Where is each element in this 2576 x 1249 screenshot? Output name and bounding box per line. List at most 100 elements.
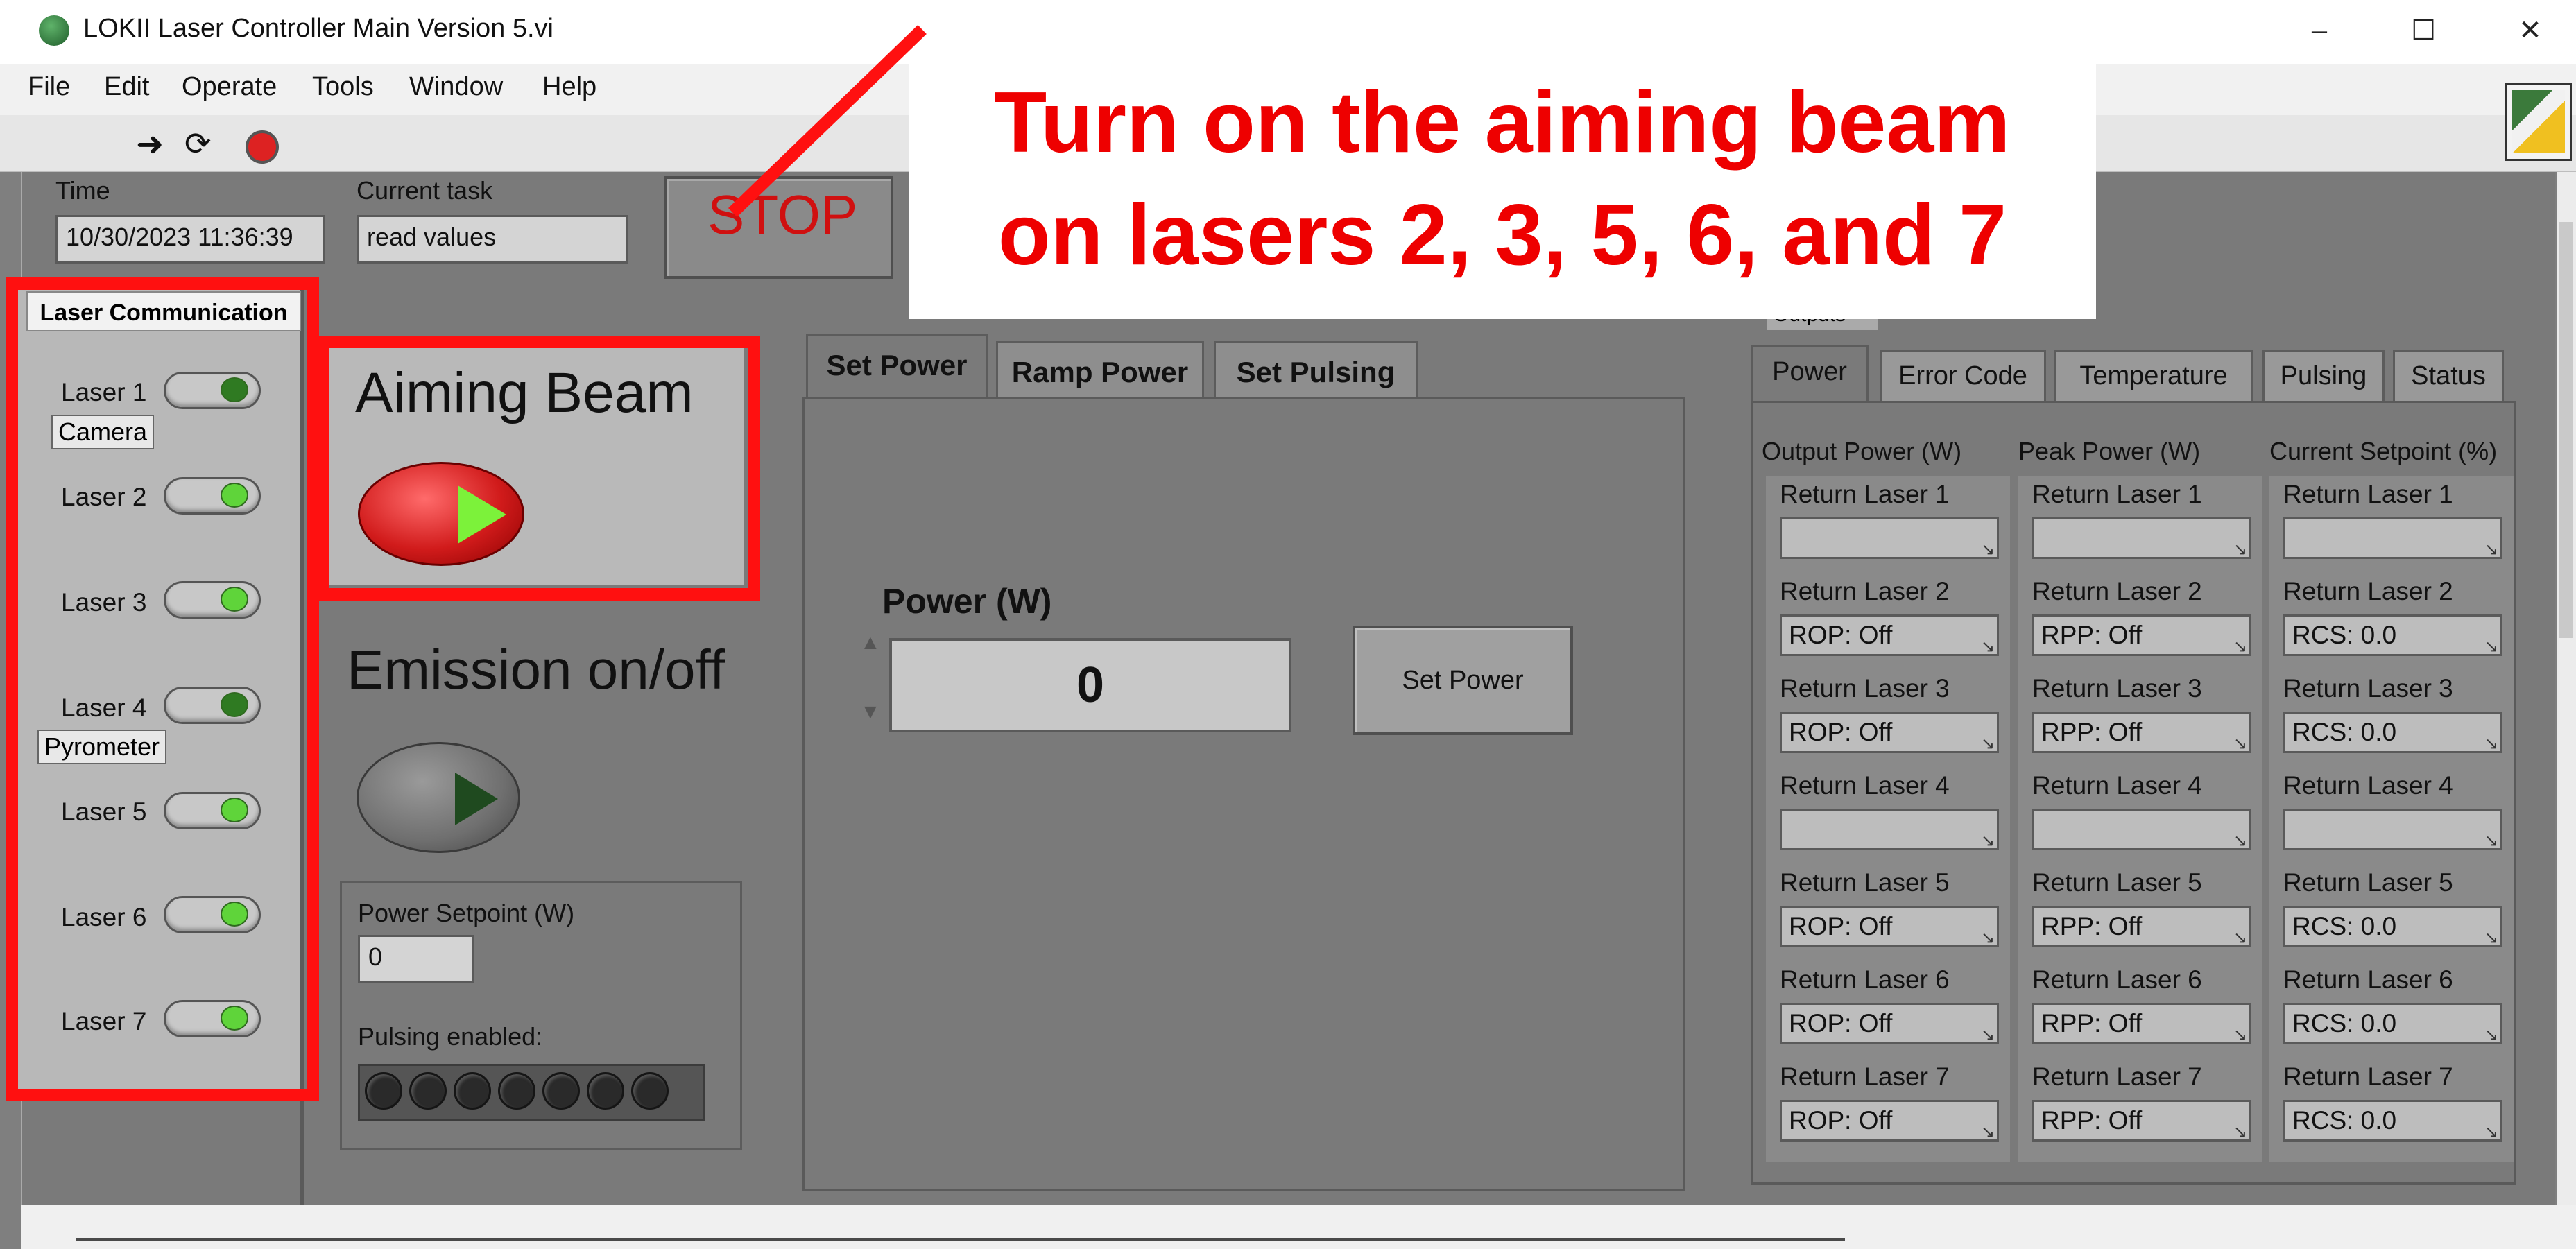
current-setpoint-return-laser-5-label: Return Laser 5	[2283, 868, 2453, 897]
tab-ramp-power[interactable]: Ramp Power	[996, 341, 1204, 404]
output-power-return-laser-2-label: Return Laser 2	[1780, 577, 1950, 605]
current-setpoint-return-laser-7-field: RCS: 0.0	[2283, 1100, 2502, 1142]
output-power-return-laser-4-field	[1780, 809, 1999, 850]
dropdown-arrow-icon: ↘	[2233, 734, 2248, 753]
dropdown-arrow-icon: ↘	[1981, 832, 1995, 850]
power-decrement-icon[interactable]: ▼	[860, 700, 881, 724]
set-power-button[interactable]: Set Power	[1353, 626, 1573, 735]
emission-play-icon	[455, 773, 498, 825]
output-power-return-laser-1-field	[1780, 517, 1999, 559]
peak-power-return-laser-5-label: Return Laser 5	[2032, 868, 2202, 897]
output-tab-power[interactable]: Power	[1751, 345, 1869, 401]
menu-file[interactable]: File	[28, 72, 70, 102]
output-power-return-laser-7-label: Return Laser 7	[1780, 1062, 1950, 1091]
dropdown-arrow-icon: ↘	[1981, 1026, 1995, 1044]
current-task-field: read values	[357, 215, 628, 264]
menu-edit[interactable]: Edit	[104, 72, 149, 102]
vi-icon-graphic	[2512, 90, 2565, 153]
output-power-return-laser-3-field: ROP: Off	[1780, 712, 1999, 753]
dropdown-arrow-icon: ↘	[2484, 1026, 2499, 1044]
app-icon	[39, 15, 69, 46]
output-power-header: Output Power (W)	[1762, 437, 1962, 465]
dropdown-arrow-icon: ↘	[1981, 637, 1995, 656]
peak-power-return-laser-5-field: RPP: Off	[2032, 906, 2251, 947]
dropdown-arrow-icon: ↘	[1981, 1123, 1995, 1142]
tab-set-pulsing[interactable]: Set Pulsing	[1214, 341, 1418, 404]
peak-power-return-laser-1-field	[2032, 517, 2251, 559]
window-title: LOKII Laser Controller Main Version 5.vi	[83, 14, 553, 43]
menu-tools[interactable]: Tools	[312, 72, 374, 102]
output-power-return-laser-5-label: Return Laser 5	[1780, 868, 1950, 897]
minimize-button[interactable]: –	[2286, 10, 2353, 51]
current-setpoint-return-laser-6-label: Return Laser 6	[2283, 965, 2453, 994]
current-setpoint-return-laser-1-field	[2283, 517, 2502, 559]
peak-power-return-laser-6-label: Return Laser 6	[2032, 965, 2202, 994]
dropdown-arrow-icon: ↘	[2233, 637, 2248, 656]
current-setpoint-return-laser-3-label: Return Laser 3	[2283, 674, 2453, 703]
power-increment-icon[interactable]: ▲	[860, 631, 881, 655]
peak-power-return-laser-4-field	[2032, 809, 2251, 850]
output-power-return-laser-5-field: ROP: Off	[1780, 906, 1999, 947]
dropdown-arrow-icon: ↘	[2233, 1026, 2248, 1044]
output-tab-status[interactable]: Status	[2393, 350, 2504, 401]
stop-button-label: STOP	[707, 184, 858, 246]
pulsing-led-7	[631, 1072, 669, 1110]
peak-power-return-laser-2-field: RPP: Off	[2032, 614, 2251, 656]
menu-help[interactable]: Help	[542, 72, 596, 102]
close-button[interactable]: ✕	[2497, 10, 2564, 51]
current-setpoint-header: Current Setpoint (%)	[2269, 437, 2498, 465]
current-setpoint-return-laser-2-label: Return Laser 2	[2283, 577, 2453, 605]
instruction-line-1: Turn on the aiming beam	[994, 75, 2011, 171]
pulsing-led-5	[542, 1072, 580, 1110]
current-task-label: Current task	[357, 176, 493, 205]
power-input[interactable]: 0	[889, 638, 1291, 732]
current-setpoint-return-laser-6-field: RCS: 0.0	[2283, 1003, 2502, 1044]
peak-power-return-laser-3-label: Return Laser 3	[2032, 674, 2202, 703]
time-field: 10/30/2023 11:36:39	[55, 215, 325, 264]
output-tab-temperature[interactable]: Temperature	[2054, 350, 2253, 401]
peak-power-return-laser-3-field: RPP: Off	[2032, 712, 2251, 753]
output-tab-error-code[interactable]: Error Code	[1880, 350, 2046, 401]
output-power-return-laser-1-label: Return Laser 1	[1780, 480, 1950, 508]
dropdown-arrow-icon: ↘	[2484, 637, 2499, 656]
tab-set-power[interactable]: Set Power	[806, 334, 988, 406]
run-arrow-icon[interactable]: ➜	[136, 125, 164, 164]
current-setpoint-return-laser-5-field: RCS: 0.0	[2283, 906, 2502, 947]
peak-power-header: Peak Power (W)	[2018, 437, 2201, 465]
peak-power-return-laser-7-label: Return Laser 7	[2032, 1062, 2202, 1091]
output-power-return-laser-7-field: ROP: Off	[1780, 1100, 1999, 1142]
dropdown-arrow-icon: ↘	[2484, 540, 2499, 559]
run-continuous-icon[interactable]: ⟳	[184, 125, 212, 162]
maximize-button[interactable]: ☐	[2390, 10, 2457, 51]
dropdown-arrow-icon: ↘	[2233, 832, 2248, 850]
dropdown-arrow-icon: ↘	[2233, 1123, 2248, 1142]
peak-power-return-laser-4-label: Return Laser 4	[2032, 771, 2202, 800]
dropdown-arrow-icon: ↘	[2233, 540, 2248, 559]
aiming-beam-highlight	[316, 336, 760, 601]
abort-icon[interactable]	[246, 130, 279, 164]
instruction-callout-text: Turn on the aiming beam on lasers 2, 3, …	[909, 67, 2096, 291]
peak-power-return-laser-7-field: RPP: Off	[2032, 1100, 2251, 1142]
menu-operate[interactable]: Operate	[182, 72, 277, 102]
pulsing-led-4	[498, 1072, 535, 1110]
dropdown-arrow-icon: ↘	[2484, 832, 2499, 850]
current-setpoint-return-laser-7-label: Return Laser 7	[2283, 1062, 2453, 1091]
pulsing-led-2	[409, 1072, 447, 1110]
horizontal-scroll-thumb[interactable]	[76, 1238, 1845, 1241]
dropdown-arrow-icon: ↘	[2484, 734, 2499, 753]
peak-power-return-laser-6-field: RPP: Off	[2032, 1003, 2251, 1044]
dropdown-arrow-icon: ↘	[2233, 929, 2248, 947]
current-setpoint-return-laser-4-field	[2283, 809, 2502, 850]
output-tab-pulsing[interactable]: Pulsing	[2262, 350, 2385, 401]
pulsing-led-1	[365, 1072, 402, 1110]
peak-power-return-laser-1-label: Return Laser 1	[2032, 480, 2202, 508]
menu-window[interactable]: Window	[409, 72, 503, 102]
peak-power-return-laser-2-label: Return Laser 2	[2032, 577, 2202, 605]
current-setpoint-return-laser-1-label: Return Laser 1	[2283, 480, 2453, 508]
power-label: Power (W)	[882, 582, 1052, 621]
dropdown-arrow-icon: ↘	[2484, 929, 2499, 947]
emission-title: Emission on/off	[347, 639, 725, 700]
scrollbar-thumb[interactable]	[2559, 222, 2573, 638]
pulsing-led-6	[587, 1072, 624, 1110]
horizontal-scrollbar[interactable]	[21, 1205, 2576, 1249]
